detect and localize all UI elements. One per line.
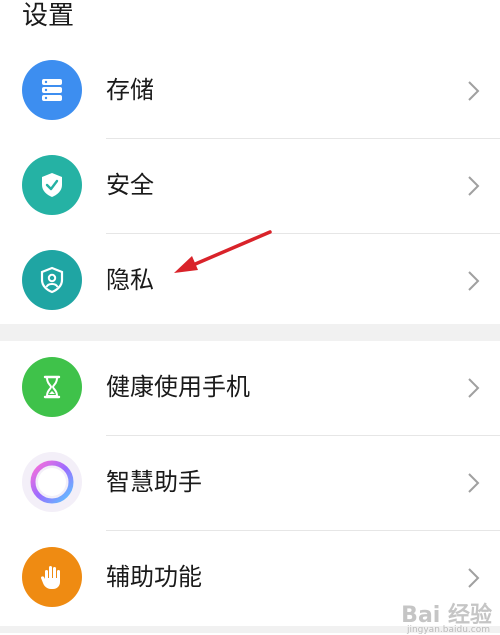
chevron-right-icon — [468, 271, 480, 291]
settings-item-label: 安全 — [106, 171, 154, 199]
privacy-shield-icon — [22, 250, 82, 310]
chevron-right-icon — [468, 81, 480, 101]
page-title: 设置 — [22, 1, 75, 31]
hourglass-icon — [22, 357, 82, 417]
settings-item-security[interactable]: 安全 — [0, 139, 500, 234]
assistant-ring-icon — [22, 452, 82, 512]
settings-group-2: 健康使用手机 智慧助手 辅助功能 — [0, 341, 500, 626]
watermark-url: jingyan.baidu.com — [406, 625, 490, 635]
shield-check-icon — [22, 155, 82, 215]
group-separator — [0, 324, 500, 341]
settings-item-storage[interactable]: 存储 — [0, 44, 500, 139]
chevron-right-icon — [468, 473, 480, 493]
settings-item-label: 智慧助手 — [106, 468, 202, 496]
settings-item-label: 存储 — [106, 76, 154, 104]
settings-item-privacy[interactable]: 隐私 — [0, 234, 500, 329]
storage-icon — [22, 60, 82, 120]
chevron-right-icon — [468, 568, 480, 588]
settings-item-label: 健康使用手机 — [106, 373, 250, 401]
settings-item-smart-assistant[interactable]: 智慧助手 — [0, 436, 500, 531]
settings-group-1: 存储 安全 隐私 — [0, 44, 500, 329]
settings-item-label: 辅助功能 — [106, 563, 202, 591]
chevron-right-icon — [468, 378, 480, 398]
settings-item-label: 隐私 — [106, 266, 154, 294]
chevron-right-icon — [468, 176, 480, 196]
hand-icon — [22, 547, 82, 607]
settings-item-digital-balance[interactable]: 健康使用手机 — [0, 341, 500, 436]
